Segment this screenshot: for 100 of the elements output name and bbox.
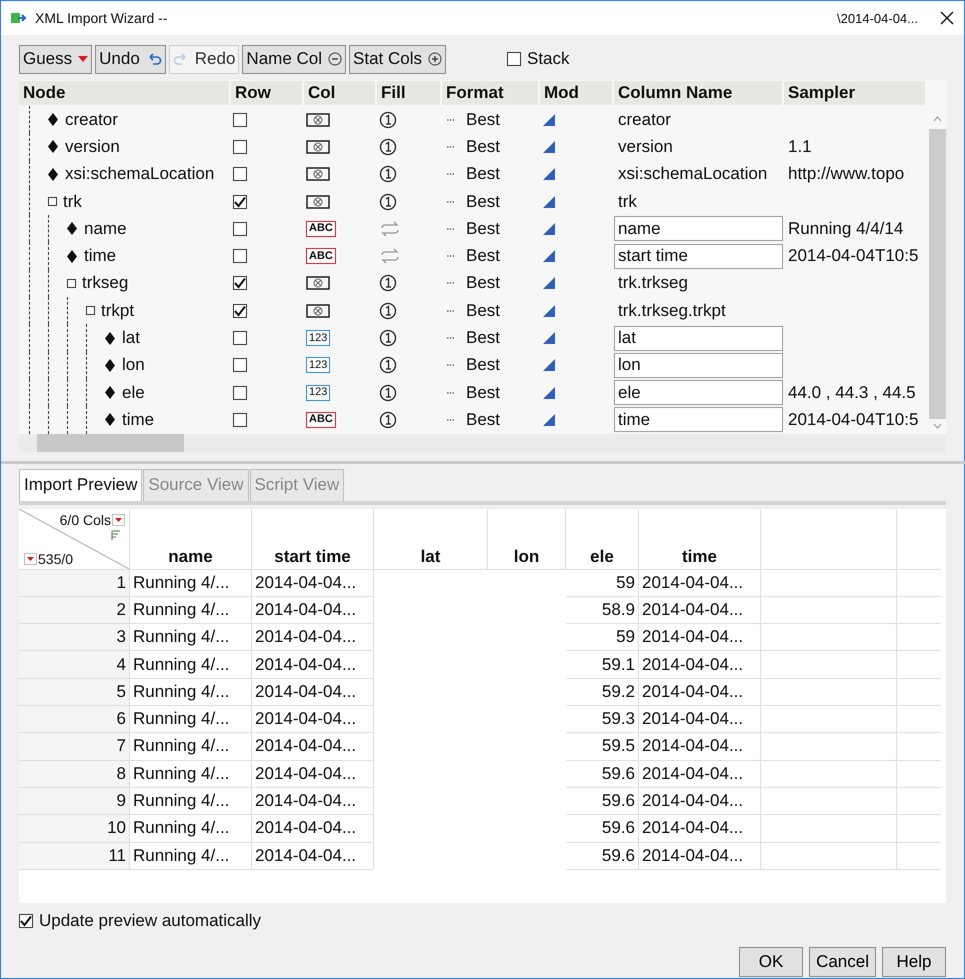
column-header[interactable]: time: [639, 508, 761, 570]
column-header[interactable]: ele: [566, 508, 639, 570]
triangle-icon[interactable]: [542, 304, 556, 318]
triangle-icon[interactable]: [542, 194, 556, 209]
collapse-icon[interactable]: [86, 306, 95, 316]
column-header[interactable]: Row: [231, 81, 302, 105]
column-header[interactable]: Node: [19, 81, 229, 105]
tree-node-label[interactable]: version: [65, 136, 120, 157]
triangle-icon[interactable]: [542, 112, 556, 127]
dropdown-icon[interactable]: [112, 514, 125, 526]
repeat-icon[interactable]: [379, 220, 401, 237]
fill-once-icon[interactable]: [379, 138, 397, 156]
row-checkbox[interactable]: [233, 276, 247, 290]
column-header[interactable]: Mod: [540, 81, 612, 105]
row-checkbox[interactable]: [233, 140, 247, 154]
row-checkbox[interactable]: [233, 249, 247, 264]
character-type-tag[interactable]: ABC: [306, 412, 336, 428]
row-checkbox[interactable]: [233, 386, 247, 400]
empty-column-icon[interactable]: [306, 167, 330, 182]
collapse-icon[interactable]: [67, 278, 76, 288]
empty-column-icon[interactable]: [306, 276, 330, 290]
triangle-icon[interactable]: [542, 358, 556, 372]
fill-once-icon[interactable]: [379, 274, 397, 292]
column-name-field[interactable]: start time: [614, 244, 783, 269]
tree-node-label[interactable]: lat: [122, 328, 140, 348]
format-menu-button[interactable]: ···: [446, 304, 454, 317]
update-preview-checkbox[interactable]: [19, 914, 33, 928]
fill-once-icon[interactable]: [379, 356, 397, 374]
column-name-field[interactable]: lat: [614, 326, 783, 351]
row-checkbox[interactable]: [233, 222, 247, 236]
tree-node-label[interactable]: creator: [65, 110, 118, 130]
column-header[interactable]: Format: [442, 81, 538, 105]
character-type-tag[interactable]: ABC: [306, 248, 336, 264]
toolbar-button[interactable]: Guess: [19, 44, 92, 74]
numeric-type-tag[interactable]: 123: [306, 384, 330, 401]
column-name-field[interactable]: ele: [614, 380, 783, 406]
column-name-field[interactable]: lon: [614, 352, 783, 378]
column-header[interactable]: start time: [252, 508, 374, 570]
row-checkbox[interactable]: [233, 167, 247, 182]
character-type-tag[interactable]: ABC: [306, 220, 336, 237]
triangle-icon[interactable]: [542, 167, 556, 182]
stack-checkbox[interactable]: [507, 52, 521, 66]
tree-node-label[interactable]: trkseg: [82, 273, 128, 294]
empty-column-icon[interactable]: [306, 304, 330, 318]
format-menu-button[interactable]: ···: [446, 332, 454, 344]
tree-node-label[interactable]: lon: [122, 355, 145, 376]
fill-once-icon[interactable]: [379, 165, 397, 184]
fill-once-icon[interactable]: [379, 302, 397, 320]
fill-once-icon[interactable]: [379, 329, 397, 348]
column-header[interactable]: Column Name: [614, 81, 782, 105]
triangle-icon[interactable]: [542, 249, 556, 264]
toolbar-button[interactable]: Name Col: [242, 44, 346, 74]
dialog-button[interactable]: OK: [739, 946, 804, 977]
column-name-field[interactable]: name: [614, 216, 783, 242]
triangle-icon[interactable]: [542, 386, 556, 400]
triangle-icon[interactable]: [542, 331, 556, 346]
close-icon[interactable]: [940, 11, 954, 25]
empty-column-icon[interactable]: [306, 140, 330, 154]
tree-node-label[interactable]: trk: [63, 192, 82, 212]
format-menu-button[interactable]: ···: [446, 359, 454, 372]
format-menu-button[interactable]: ···: [446, 114, 454, 126]
row-checkbox[interactable]: [233, 358, 247, 372]
tab[interactable]: Import Preview: [19, 468, 142, 501]
repeat-icon[interactable]: [379, 248, 401, 264]
tree-node-label[interactable]: name: [84, 218, 127, 239]
row-checkbox[interactable]: [233, 304, 247, 318]
collapse-icon[interactable]: [48, 197, 57, 206]
format-menu-button[interactable]: ···: [446, 196, 454, 208]
triangle-icon[interactable]: [542, 412, 556, 427]
tree-node-label[interactable]: ele: [122, 382, 145, 403]
column-header[interactable]: Sampler: [784, 81, 925, 105]
dropdown-icon[interactable]: [24, 552, 37, 565]
fill-once-icon[interactable]: [379, 384, 397, 402]
format-menu-button[interactable]: ···: [446, 140, 454, 153]
tree-node-label[interactable]: xsi:schemaLocation: [65, 164, 214, 184]
row-checkbox[interactable]: [233, 112, 247, 127]
column-header[interactable]: name: [130, 508, 252, 570]
tree-node-label[interactable]: trkpt: [101, 300, 134, 321]
row-checkbox[interactable]: [233, 412, 247, 427]
triangle-icon[interactable]: [542, 140, 556, 154]
toolbar-button[interactable]: Stat Cols: [349, 44, 446, 74]
format-menu-button[interactable]: ···: [446, 250, 454, 262]
column-header[interactable]: Col: [304, 81, 375, 105]
column-header[interactable]: lat: [374, 508, 488, 570]
tree-node-label[interactable]: time: [84, 246, 116, 266]
format-menu-button[interactable]: ···: [446, 414, 454, 426]
dialog-button[interactable]: Cancel: [809, 946, 876, 977]
empty-column-icon[interactable]: [306, 112, 330, 127]
format-menu-button[interactable]: ···: [446, 222, 454, 235]
empty-column-icon[interactable]: [306, 194, 330, 209]
fill-once-icon[interactable]: [379, 192, 397, 211]
format-menu-button[interactable]: ···: [446, 277, 454, 290]
toolbar-button[interactable]: Undo: [95, 44, 166, 74]
sort-icon[interactable]: [111, 530, 121, 540]
row-checkbox[interactable]: [233, 194, 247, 209]
row-checkbox[interactable]: [233, 331, 247, 346]
triangle-icon[interactable]: [542, 222, 556, 236]
triangle-icon[interactable]: [542, 276, 556, 290]
column-header[interactable]: lon: [488, 508, 566, 570]
dialog-button[interactable]: Help: [882, 946, 946, 977]
